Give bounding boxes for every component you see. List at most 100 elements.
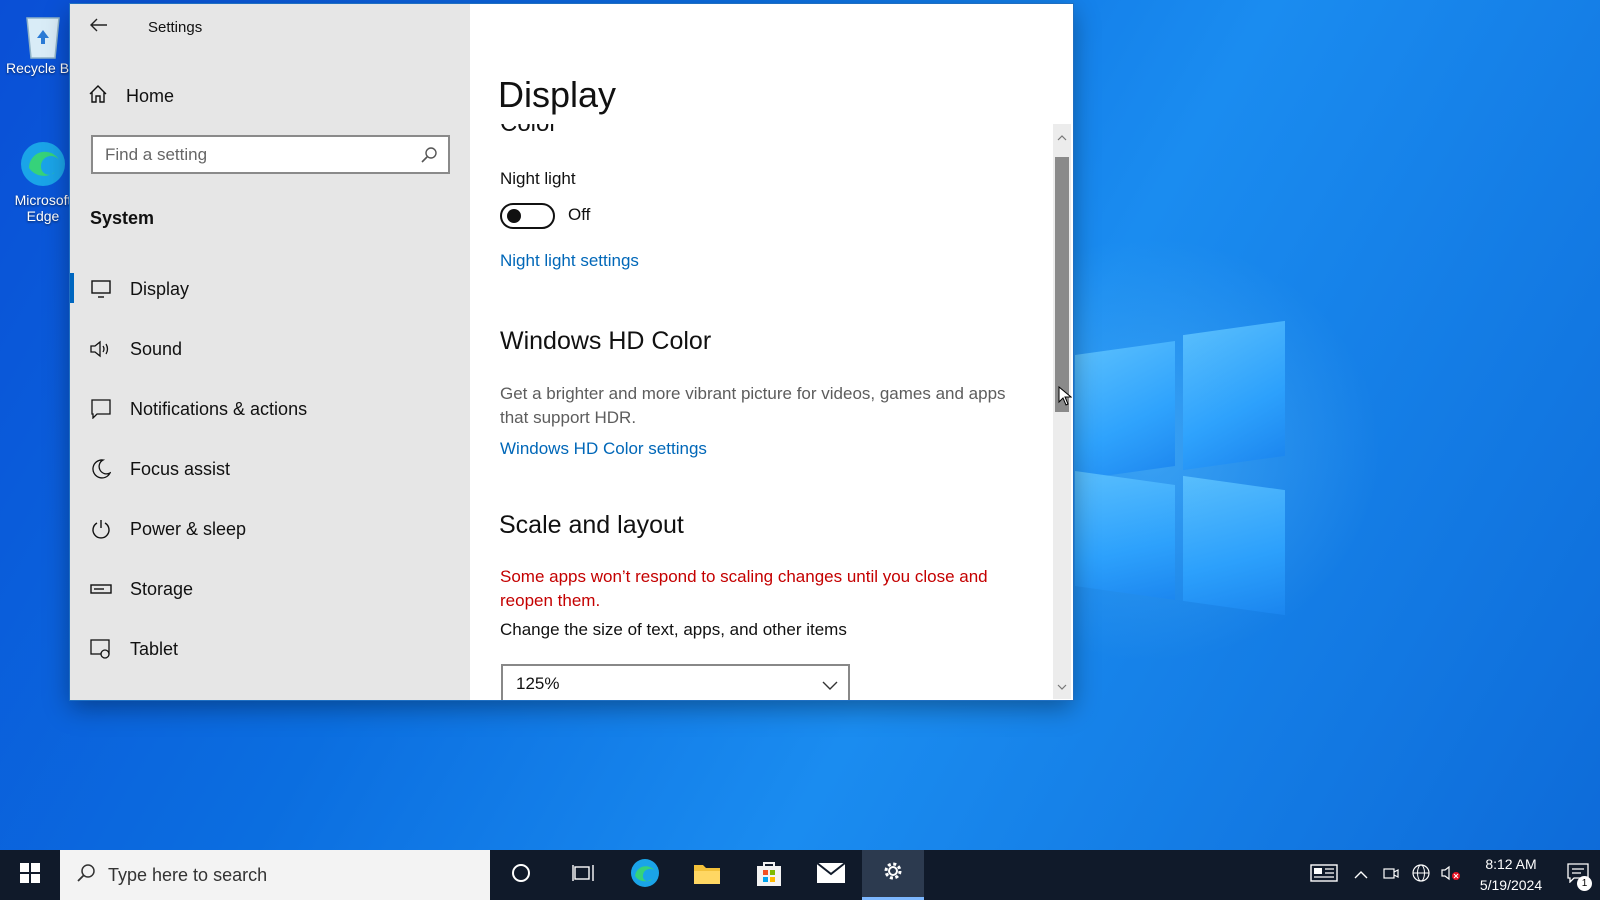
power-icon [90, 518, 112, 540]
scrollbar-thumb[interactable] [1055, 157, 1069, 412]
settings-search-input[interactable] [93, 137, 393, 172]
section-label: System [90, 208, 155, 228]
content-scrollbar[interactable] [1053, 124, 1071, 699]
nav-label: Notifications & actions [130, 398, 308, 419]
back-arrow-icon [90, 18, 108, 37]
network-button[interactable] [1406, 850, 1436, 900]
clock-time: 8:12 AM [1485, 856, 1537, 872]
settings-search-box[interactable] [91, 135, 450, 174]
windows-start-icon [20, 862, 40, 888]
news-icon [1310, 863, 1338, 887]
hd-color-heading: Windows HD Color [500, 327, 712, 355]
chevron-down-icon [822, 676, 838, 696]
settings-content: Display Color Night light Off Night ligh… [470, 4, 1073, 700]
moon-icon [90, 458, 112, 480]
taskbar-file-explorer[interactable] [676, 850, 738, 900]
nav-item-sound[interactable]: Sound [70, 319, 470, 379]
home-icon [88, 84, 108, 109]
gear-icon [881, 859, 905, 888]
home-nav[interactable]: Home [88, 84, 174, 109]
recycle-bin-icon [19, 8, 67, 59]
storage-icon [90, 578, 112, 600]
tablet-icon [90, 638, 112, 660]
nav-label: Display [130, 278, 190, 299]
nav-item-tablet[interactable]: Tablet [70, 619, 470, 679]
folder-icon [693, 861, 721, 890]
taskbar: Type here to search 8:12 AM 5/19/2024 1 [0, 850, 1600, 900]
scaling-warning: Some apps won’t respond to scaling chang… [500, 567, 988, 610]
action-center-button[interactable]: 1 [1556, 850, 1600, 900]
monitor-icon [90, 278, 112, 300]
start-button[interactable] [0, 850, 60, 900]
edge-icon [19, 140, 67, 188]
cortana-button[interactable] [490, 850, 552, 900]
volume-muted-icon [1441, 865, 1461, 886]
nav-item-focus-assist[interactable]: Focus assist [70, 439, 470, 499]
settings-nav-list: Display Sound Notifications & actions Fo… [70, 259, 470, 679]
nav-label: Tablet [130, 638, 179, 659]
clock-date: 5/19/2024 [1479, 877, 1543, 893]
speaker-icon [90, 338, 112, 360]
home-label: Home [126, 86, 175, 106]
scroll-down-icon[interactable] [1057, 677, 1067, 695]
desktop-icon-label: Recycle Bin [6, 60, 80, 76]
desktop-recycle-bin[interactable]: Recycle Bin [6, 8, 80, 76]
search-icon[interactable] [420, 146, 438, 169]
nav-label: Storage [130, 578, 194, 599]
show-hidden-icons-button[interactable] [1346, 850, 1376, 900]
window-title: Settings [148, 19, 203, 36]
store-icon [755, 859, 783, 892]
night-light-state: Off [568, 205, 591, 224]
nav-label: Power & sleep [130, 518, 247, 539]
settings-sidebar: Home System Display Sound Notifications … [70, 4, 470, 700]
taskbar-mail[interactable] [800, 850, 862, 900]
taskbar-search-placeholder: Type here to search [108, 864, 268, 885]
taskbar-edge[interactable] [614, 850, 676, 900]
cortana-icon [511, 863, 531, 888]
mouse-pointer-icon [1058, 385, 1073, 411]
settings-window: Home System Display Sound Notifications … [70, 4, 1073, 700]
clock[interactable]: 8:12 AM 5/19/2024 [1466, 854, 1556, 896]
windows-logo-wallpaper [1075, 318, 1285, 618]
taskbar-settings[interactable] [862, 850, 924, 900]
edge-icon [630, 858, 660, 893]
content-scroll-area: Color Night light Off Night light settin… [470, 124, 1040, 700]
nav-item-storage[interactable]: Storage [70, 559, 470, 619]
search-icon [76, 863, 96, 888]
news-button[interactable] [1302, 850, 1346, 900]
nav-item-power-sleep[interactable]: Power & sleep [70, 499, 470, 559]
camera-icon [1383, 866, 1399, 885]
notification-badge: 1 [1577, 876, 1592, 891]
scale-label: Change the size of text, apps, and other… [500, 620, 847, 639]
task-view-button[interactable] [552, 850, 614, 900]
meet-now-button[interactable] [1376, 850, 1406, 900]
hd-color-settings-link[interactable]: Windows HD Color settings [500, 439, 707, 459]
night-light-toggle[interactable] [500, 203, 555, 229]
scale-dropdown[interactable]: 125% [501, 664, 850, 700]
hd-color-description: Get a brighter and more vibrant picture … [500, 384, 1006, 427]
desktop-edge[interactable]: Microsoft Edge [6, 140, 80, 224]
toggle-knob [507, 209, 521, 223]
nav-label: Focus assist [130, 458, 231, 479]
system-tray: 8:12 AM 5/19/2024 1 [1302, 850, 1600, 900]
page-title: Display [498, 74, 617, 115]
night-light-label: Night light [500, 169, 576, 188]
taskbar-store[interactable] [738, 850, 800, 900]
task-view-icon [572, 863, 594, 888]
desktop-icon-label: Microsoft Edge [14, 192, 72, 224]
chevron-up-icon [1354, 866, 1368, 884]
notification-icon [90, 398, 112, 420]
scroll-up-icon[interactable] [1057, 128, 1067, 146]
scale-layout-heading: Scale and layout [499, 511, 684, 539]
mail-icon [816, 861, 846, 889]
nav-item-display[interactable]: Display [70, 259, 470, 319]
nav-label: Sound [130, 338, 183, 359]
taskbar-search-box[interactable]: Type here to search [60, 850, 490, 900]
night-light-settings-link[interactable]: Night light settings [500, 251, 639, 271]
color-heading: Color [500, 124, 557, 138]
back-button[interactable] [80, 10, 118, 44]
nav-item-notifications[interactable]: Notifications & actions [70, 379, 470, 439]
volume-button[interactable] [1436, 850, 1466, 900]
scale-dropdown-value: 125% [516, 673, 560, 693]
globe-icon [1412, 863, 1430, 887]
